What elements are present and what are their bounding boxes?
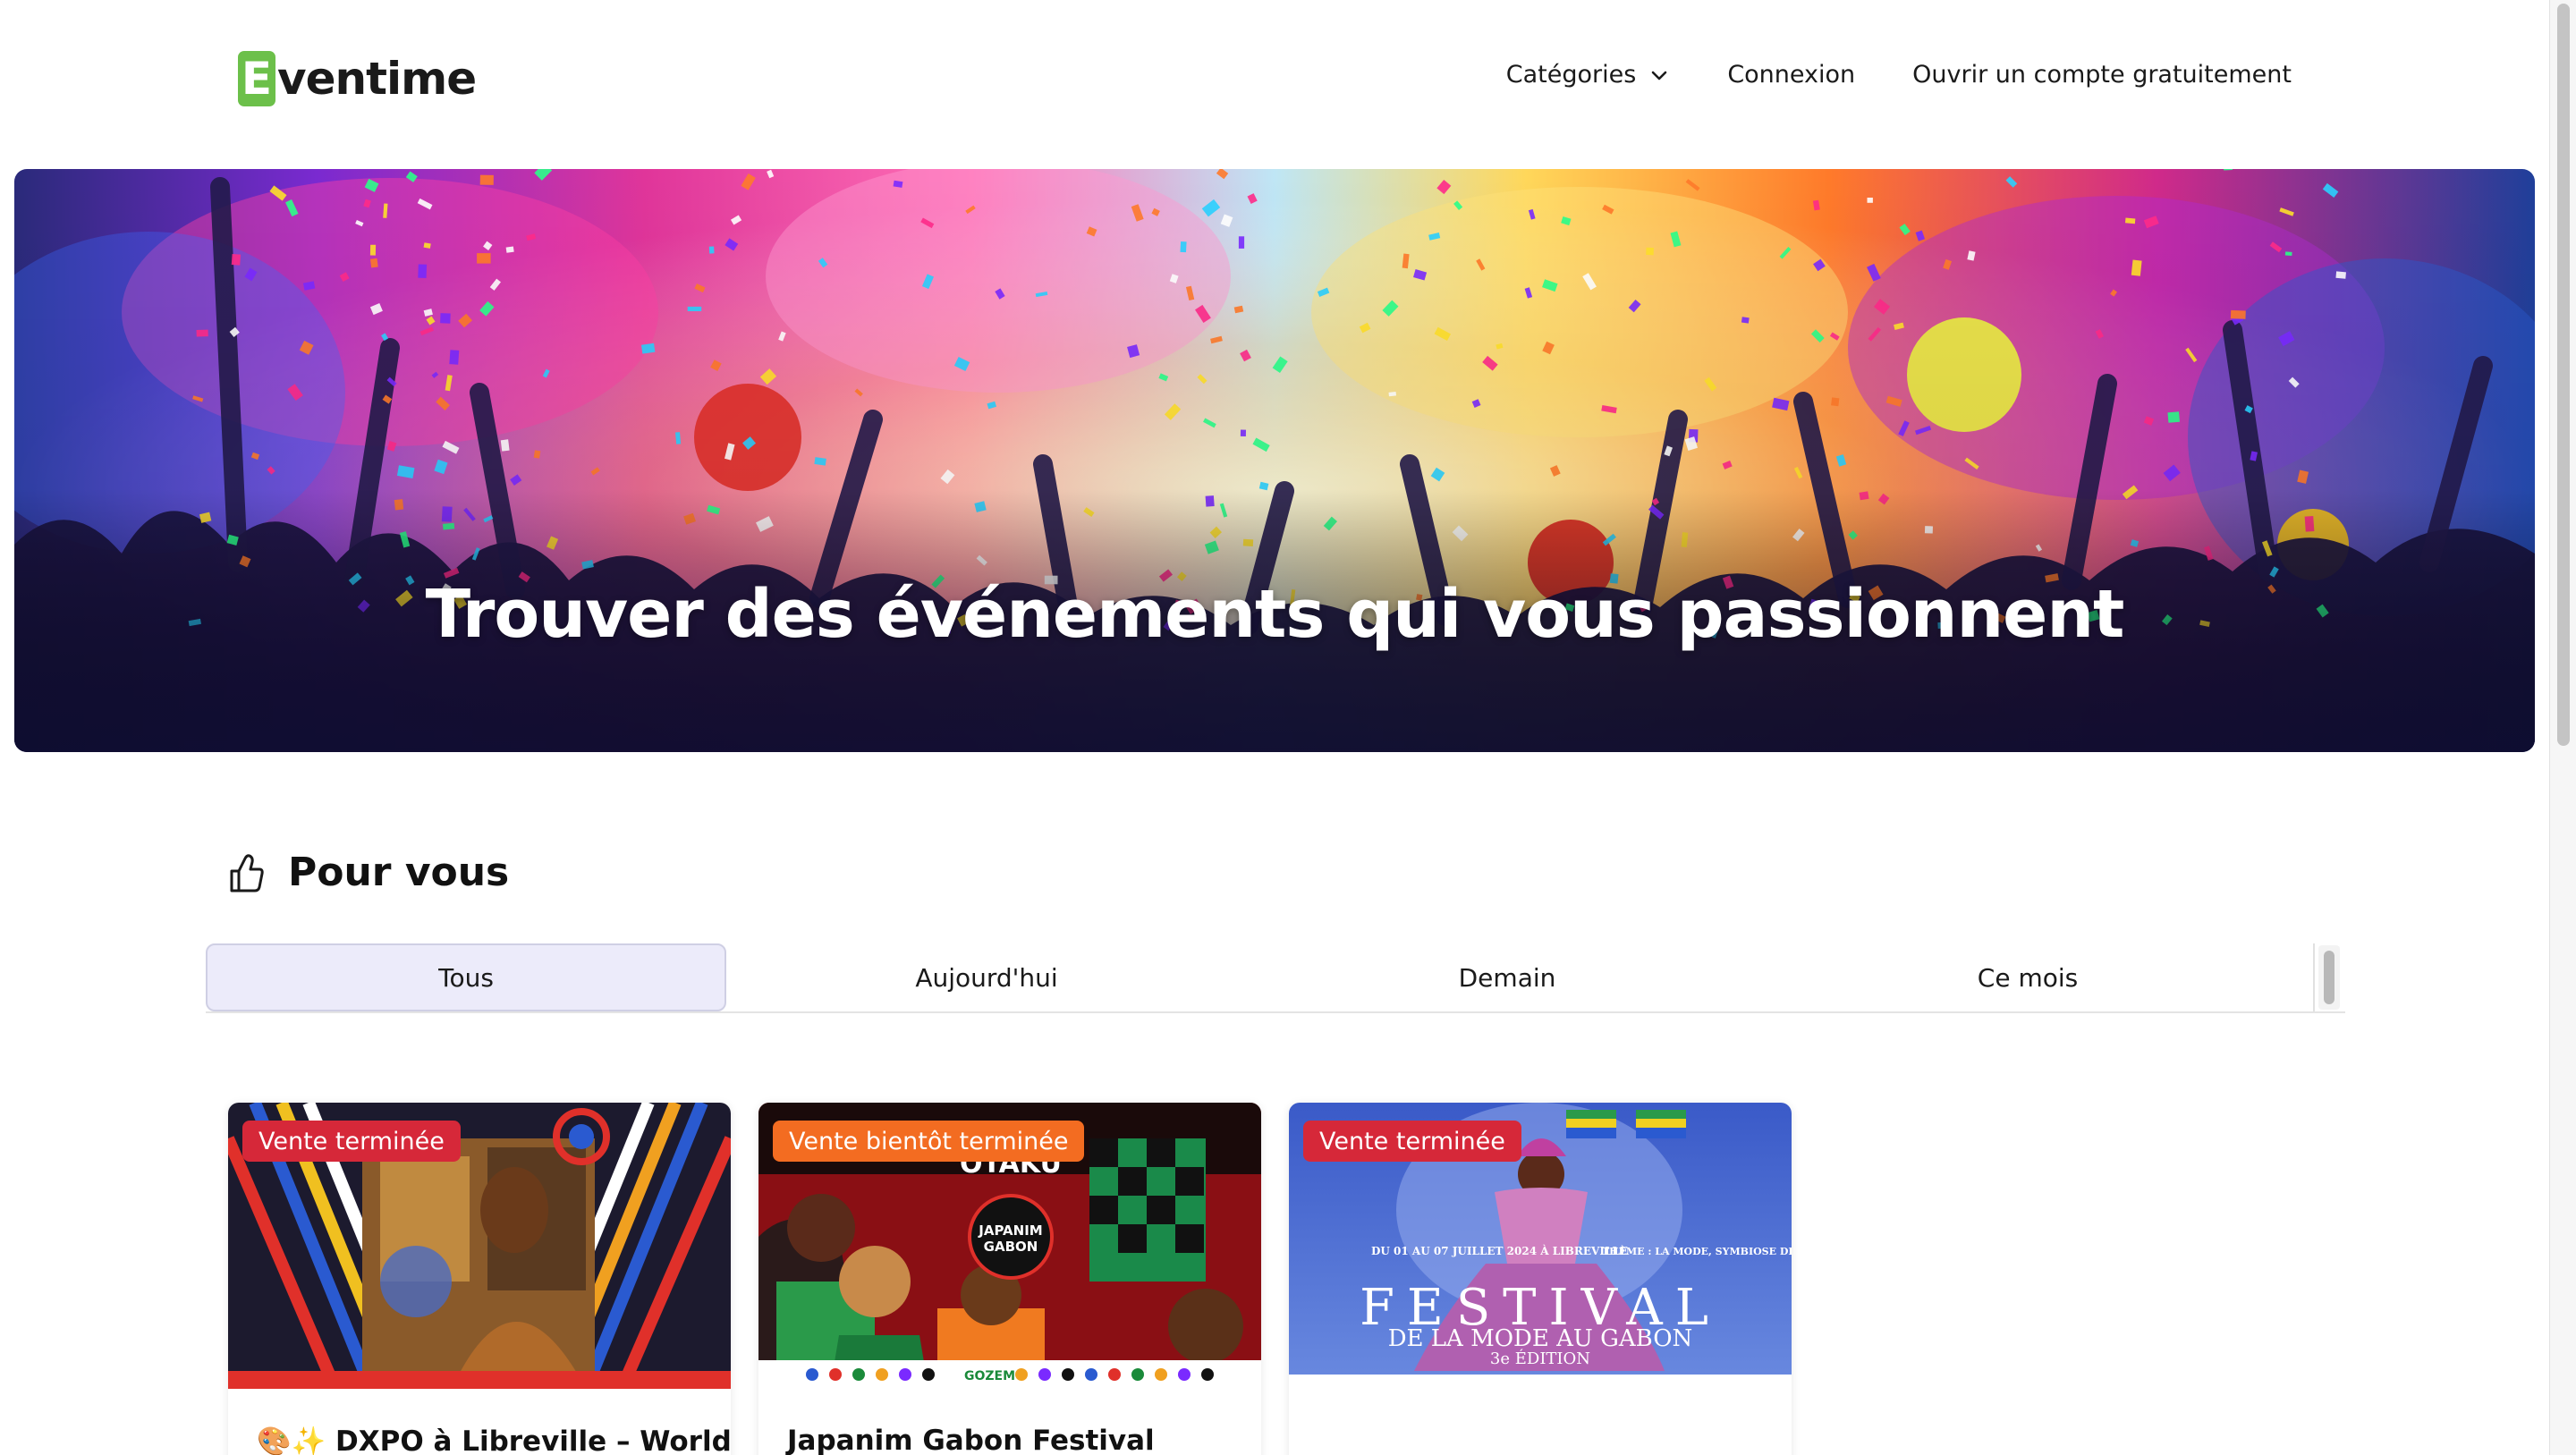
logo-letter: E (241, 53, 273, 105)
sponsor-logo (1038, 1368, 1051, 1381)
sponsor-logo (899, 1368, 911, 1381)
sponsor-logo (1062, 1368, 1074, 1381)
status-badge: Vente bientôt terminée (773, 1121, 1085, 1162)
sponsor-logo (922, 1368, 935, 1381)
festival-dates: DU 01 AU 07 JUILLET 2024 À LIBREVILLE (1371, 1244, 1628, 1257)
status-badge: Vente terminée (242, 1121, 461, 1162)
tab-today[interactable]: Aujourd'hui (726, 943, 1247, 1011)
event-title[interactable]: Japanim Gabon Festival (787, 1425, 1155, 1455)
sponsor-logo (1085, 1368, 1097, 1381)
sponsor-logo (829, 1368, 842, 1381)
logo[interactable]: E ventime (238, 50, 477, 107)
nav-login-link[interactable]: Connexion (1727, 61, 1855, 89)
festival-edition: 3e ÉDITION (1490, 1348, 1590, 1368)
tabs-scrollbar[interactable] (2318, 945, 2340, 1010)
tab-all[interactable]: Tous (206, 943, 726, 1011)
sponsor-logo (1108, 1368, 1121, 1381)
hero-title: Trouver des événements qui vous passionn… (425, 576, 2125, 653)
sponsor-logo (1201, 1368, 1214, 1381)
event-title[interactable]: 🎨✨ DXPO à Libreville – World (257, 1425, 731, 1455)
page-scrollbar[interactable] (2549, 0, 2576, 1455)
section-title: Pour vous (288, 850, 510, 895)
filter-tabs: Tous Aujourd'hui Demain Ce mois (206, 943, 2345, 1013)
sponsor-logo (1155, 1368, 1167, 1381)
nav-signup-link[interactable]: Ouvrir un compte gratuitement (1912, 61, 2292, 89)
nav-categories-label: Catégories (1505, 61, 1637, 89)
logo-mark: E (238, 51, 275, 106)
sponsor-logo (1015, 1368, 1028, 1381)
sponsor-gozem: GOZEM (964, 1369, 1015, 1383)
chevron-down-icon (1652, 71, 1667, 80)
nav-categories-dropdown[interactable]: Catégories (1506, 61, 1671, 89)
festival-subtitle: DE LA MODE AU GABON (1388, 1325, 1693, 1352)
top-nav: Catégories Connexion Ouvrir un compte gr… (1506, 61, 2292, 89)
tabs-divider (2313, 943, 2315, 1011)
hero-banner: Trouver des événements qui vous passionn… (14, 169, 2535, 752)
sponsor-logo (1178, 1368, 1191, 1381)
festival-theme: THÈME : LA MODE, SYMBIOSE DES CULTURES (1602, 1245, 1792, 1257)
event-card[interactable]: Vente terminée 🎨✨ DXPO à Libreville – Wo… (228, 1103, 731, 1455)
event-card[interactable]: JAPANIM GABON OTAKU GOZEM Vente bientôt … (758, 1103, 1261, 1455)
sponsor-logo (1131, 1368, 1144, 1381)
event-card[interactable]: DU 01 AU 07 JUILLET 2024 À LIBREVILLE TH… (1289, 1103, 1792, 1455)
tab-this-month[interactable]: Ce mois (1767, 943, 2288, 1011)
sponsor-logo (876, 1368, 888, 1381)
logo-text: ventime (277, 53, 477, 105)
hero-crowd-illustration (14, 169, 2535, 752)
tab-tomorrow[interactable]: Demain (1247, 943, 1767, 1011)
sponsor-logo (852, 1368, 865, 1381)
sponsor-logo (806, 1368, 818, 1381)
section-header: Pour vous (229, 850, 509, 895)
japanim-logo-line1: JAPANIM (978, 1222, 1042, 1239)
thumbs-up-icon (230, 853, 264, 892)
status-badge: Vente terminée (1303, 1121, 1521, 1162)
japanim-logo-line2: GABON (984, 1239, 1038, 1255)
page-scrollbar-thumb[interactable] (2557, 4, 2570, 746)
